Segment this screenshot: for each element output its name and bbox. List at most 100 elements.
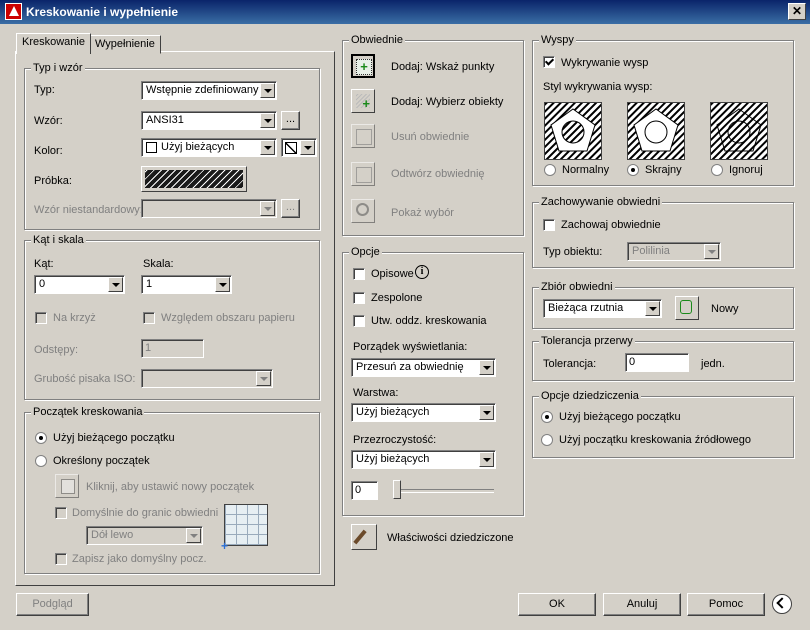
retain-boundaries-checkbox[interactable] [543,219,555,231]
view-selections-button[interactable] [351,199,375,223]
set-origin-button[interactable] [55,474,79,498]
new-boundary-set-label: Nowy [711,303,739,315]
tab-hatch[interactable]: Kreskowanie [16,33,91,54]
chevron-down-icon[interactable] [260,140,275,155]
color-swatch-icon [146,142,157,153]
island-outer-image[interactable] [627,102,685,160]
store-origin-checkbox[interactable] [55,553,67,565]
boundary-set-select[interactable]: Bieżąca rzutnia [543,299,662,318]
double-checkbox[interactable] [35,312,47,324]
swatch-label: Próbka: [34,175,72,187]
chevron-down-icon[interactable] [256,371,271,386]
pattern-browse-button[interactable]: ... [281,111,300,130]
magnifier-icon [356,203,369,216]
custom-pattern-select[interactable] [141,199,277,218]
island-detection-checkbox[interactable] [543,56,555,68]
paintbrush-icon [353,529,367,545]
island-ignore-label: Ignoruj [729,164,763,176]
angle-select[interactable]: 0 [34,275,125,294]
inherit-current-origin-radio[interactable] [541,411,553,423]
preview-button[interactable]: Podgląd [16,593,89,616]
scale-select[interactable]: 1 [141,275,232,294]
transparency-select[interactable]: Użyj bieżących [351,450,496,469]
transparency-number-field[interactable]: 0 [351,481,378,500]
set-origin-icon [61,479,75,494]
pick-points-label[interactable]: Dodaj: Wskaż punkty [391,61,494,73]
tab-gradient[interactable]: Wypełnienie [89,35,161,54]
tolerance-unit-label: jedn. [701,358,725,370]
remove-boundaries-icon [356,129,372,145]
chevron-down-icon[interactable] [260,83,275,98]
collapse-arrow-icon[interactable] [772,594,792,614]
type-select[interactable]: Wstępnie zdefiniowany [141,81,277,100]
pick-points-button[interactable]: + [351,54,375,78]
angle-label: Kąt: [34,258,54,270]
object-type-select[interactable]: Polilinia [627,242,721,261]
island-normal-image[interactable] [544,102,602,160]
chevron-down-icon[interactable] [645,301,660,316]
chevron-down-icon[interactable] [300,140,315,155]
select-cursor-icon [680,300,692,314]
inherit-properties-label[interactable]: Właściwości dziedziczone [387,532,514,544]
help-button[interactable]: Pomoc [687,593,765,616]
default-boundary-checkbox[interactable] [55,507,67,519]
associative-checkbox[interactable] [353,292,365,304]
select-objects-icon: + [356,94,370,111]
gap-tolerance-legend: Tolerancja przerwy [539,335,635,347]
custom-browse-button[interactable]: ... [281,199,300,218]
specified-origin-radio[interactable] [35,455,47,467]
color-select[interactable]: Użyj bieżących [141,138,277,157]
pattern-select[interactable]: ANSI31 [141,111,277,130]
chevron-down-icon[interactable] [479,405,494,420]
annotative-checkbox[interactable] [353,268,365,280]
options-group: Opcje [342,246,524,516]
chevron-down-icon[interactable] [479,360,494,375]
chevron-down-icon[interactable] [186,528,201,543]
color-value: Użyj bieżących [161,141,235,153]
recreate-boundary-button[interactable] [351,162,375,186]
select-objects-button[interactable]: + [351,89,375,113]
options-legend: Opcje [349,246,382,258]
chevron-down-icon[interactable] [215,277,230,292]
chevron-down-icon[interactable] [260,113,275,128]
type-label: Typ: [34,84,55,96]
island-ignore-svg [711,103,767,159]
info-icon[interactable]: i [415,265,429,279]
double-label: Na krzyż [53,312,96,324]
chevron-down-icon[interactable] [704,244,719,259]
island-ignore-radio[interactable] [711,164,723,176]
position-select[interactable]: Dół lewo [86,526,203,545]
island-normal-label: Normalny [562,164,610,176]
tab-hatch-label: Kreskowanie [22,36,85,48]
inherit-properties-button[interactable] [351,524,377,550]
island-outer-radio[interactable] [627,164,639,176]
cancel-button[interactable]: Anuluj [603,593,681,616]
draw-order-select[interactable]: Przesuń za obwiednię [351,358,496,377]
store-origin-label: Zapisz jako domyślny pocz. [72,553,207,565]
select-objects-label[interactable]: Dodaj: Wybierz obiekty [391,96,503,108]
inherit-source-origin-radio[interactable] [541,434,553,446]
close-button[interactable]: ✕ [788,3,806,20]
transparency-slider-thumb[interactable] [393,480,401,499]
tolerance-field[interactable]: 0 [625,353,689,372]
island-normal-radio[interactable] [544,164,556,176]
origin-preview-icon: + [221,504,268,553]
new-boundary-set-button[interactable] [675,296,699,320]
relative-paper-checkbox[interactable] [143,312,155,324]
chevron-down-icon[interactable] [479,452,494,467]
chevron-down-icon[interactable] [260,201,275,216]
ok-button[interactable]: OK [518,593,596,616]
default-boundary-label: Domyślnie do granic obwiedni [72,507,219,519]
bg-color-select[interactable] [281,138,317,157]
remove-boundaries-button[interactable] [351,124,375,148]
pattern-swatch[interactable] [141,166,247,192]
layer-select[interactable]: Użyj bieżących [351,403,496,422]
spacing-field[interactable]: 1 [141,339,204,358]
current-origin-radio[interactable] [35,432,47,444]
transparency-slider-track[interactable] [396,489,494,493]
island-ignore-image[interactable] [710,102,768,160]
separate-hatches-checkbox[interactable] [353,315,365,327]
chevron-down-icon[interactable] [108,277,123,292]
layer-value: Użyj bieżących [356,406,430,418]
iso-pen-select[interactable] [141,369,273,388]
